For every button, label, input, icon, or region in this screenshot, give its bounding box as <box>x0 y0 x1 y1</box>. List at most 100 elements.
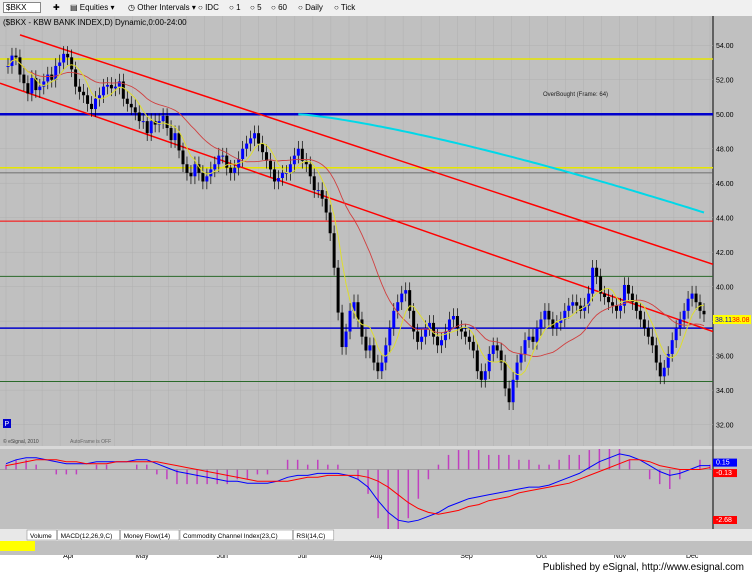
radio-icon: ○ <box>250 3 255 12</box>
candle-body <box>591 267 595 294</box>
candle-body <box>515 362 519 380</box>
radio-icon: ○ <box>198 3 203 12</box>
footer-text: Published by eSignal, http://www.esignal… <box>542 562 744 573</box>
candle-body <box>404 290 408 294</box>
symbol-box[interactable]: $BKX <box>3 2 42 14</box>
candle-body <box>141 121 145 123</box>
candle-body <box>432 322 436 337</box>
indicator-tab-label[interactable]: Money Flow(14) <box>124 533 171 540</box>
candle-body <box>511 379 515 403</box>
candle-body <box>475 350 479 372</box>
indicator-tab-label[interactable]: MACD(12,26,9,C) <box>61 533 113 540</box>
candle-body <box>125 98 129 104</box>
candle-body <box>328 212 332 234</box>
interval-daily[interactable]: ○ Daily <box>298 2 323 14</box>
candle-body <box>332 233 336 268</box>
indicator-tab-label[interactable]: RSI(14,C) <box>296 533 325 540</box>
candle-body <box>249 138 253 144</box>
candle-body <box>416 331 420 342</box>
candle-body <box>384 345 388 363</box>
candle-body <box>360 319 364 337</box>
intervals-dropdown[interactable]: ◷ Other Intervals ▾ <box>128 2 196 14</box>
candle-body <box>396 302 400 311</box>
candle-body <box>690 293 694 299</box>
candle-body <box>117 81 121 87</box>
radio-icon: ○ <box>298 3 303 12</box>
candle-body <box>137 112 141 122</box>
current-price-label: 38.11 <box>715 317 732 324</box>
new-icon[interactable]: ✚ <box>53 2 60 14</box>
candle-body <box>185 164 189 173</box>
interval-idc[interactable]: ○ IDC <box>198 2 219 14</box>
candle-body <box>340 312 344 348</box>
price-tick-label: 40.00 <box>716 285 734 292</box>
candle-body <box>336 267 340 313</box>
candle-body <box>161 115 165 122</box>
candle-body <box>547 310 551 320</box>
candle-body <box>535 328 539 342</box>
candle-body <box>344 331 348 348</box>
candle-body <box>86 95 90 104</box>
list-icon: ▤ <box>70 3 78 12</box>
candle-body <box>201 172 205 182</box>
candle-body <box>241 148 245 160</box>
candle-body <box>173 133 177 141</box>
candle-body <box>74 69 78 87</box>
candle-body <box>603 293 607 298</box>
candle-body <box>646 328 650 337</box>
candle-body <box>487 353 491 372</box>
candle-body <box>26 83 30 94</box>
price-tick-label: 34.00 <box>716 388 734 395</box>
radio-icon: ○ <box>229 3 234 12</box>
macd-value-label: -2.68 <box>716 517 732 524</box>
indicator-tab-label[interactable]: Commodity Channel Index(23,C) <box>183 533 278 540</box>
candle-body <box>245 143 249 149</box>
candle-body <box>694 293 698 303</box>
candle-body <box>189 172 193 177</box>
interval-5[interactable]: ○ 5 <box>250 2 262 14</box>
indicator-tab-label[interactable]: Volume <box>30 533 52 540</box>
candle-body <box>611 302 615 306</box>
symbol-label: $BKX <box>3 2 42 13</box>
candle-body <box>622 284 626 306</box>
start-date-box <box>0 541 35 551</box>
price-tick-label: 48.00 <box>716 147 734 154</box>
candle-body <box>101 86 105 96</box>
candle-body <box>253 133 257 139</box>
candle-body <box>400 293 404 303</box>
equities-dropdown[interactable]: ▤ Equities ▾ <box>70 2 115 14</box>
candle-body <box>463 331 467 337</box>
candle-body <box>90 103 94 110</box>
candle-body <box>575 302 579 306</box>
macd-value-label: 0.15 <box>716 460 730 467</box>
candle-body <box>165 115 169 129</box>
candle-body <box>495 345 499 351</box>
candle-body <box>654 345 658 363</box>
candle-body <box>54 65 58 80</box>
candle-body <box>46 74 50 82</box>
candle-body <box>133 107 137 113</box>
candle-body <box>257 133 261 144</box>
candle-body <box>320 190 324 199</box>
candle-body <box>531 336 535 342</box>
indicator-tabs: Volume MACD(12,26,9,C) Money Flow(14) Commo… <box>26 529 335 541</box>
interval-60[interactable]: ○ 60 <box>271 2 287 14</box>
date-axis-bg <box>0 541 752 555</box>
candle-body <box>308 164 312 177</box>
candle-body <box>471 341 475 351</box>
interval-tick[interactable]: ○ Tick <box>334 2 355 14</box>
p-marker: P <box>5 421 10 428</box>
candle-body <box>491 345 495 354</box>
candle-body <box>229 167 233 173</box>
radio-icon: ○ <box>271 3 276 12</box>
interval-1[interactable]: ○ 1 <box>229 2 241 14</box>
candle-body <box>268 160 272 170</box>
candle-body <box>177 133 181 151</box>
price-tick-label: 46.00 <box>716 181 734 188</box>
candle-body <box>324 198 328 213</box>
price-tick-label: 52.00 <box>716 78 734 85</box>
candle-body <box>38 86 42 91</box>
candle-body <box>467 336 471 342</box>
candle-body <box>674 328 678 341</box>
candle-body <box>392 310 396 329</box>
